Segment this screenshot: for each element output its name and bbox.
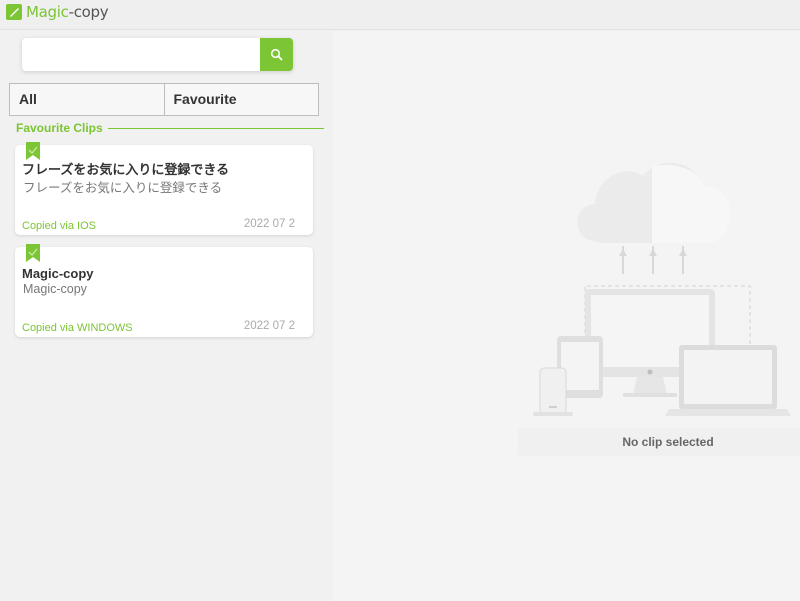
app-name-magic: Magic: [26, 3, 69, 21]
clip-source: Copied via WINDOWS: [22, 322, 133, 334]
cloud-icon: [577, 162, 731, 243]
app-name-copy: -copy: [68, 3, 109, 21]
clip-card[interactable]: フレーズをお気に入りに登録できる フレーズをお気に入りに登録できる Copied…: [15, 142, 313, 235]
title-bar: Magic-copy: [0, 0, 800, 30]
laptop-icon: [665, 345, 791, 416]
clip-preview: Magic-copy: [23, 282, 87, 296]
empty-state-text: No clip selected: [518, 428, 800, 456]
cloud-devices-illustration: [533, 162, 791, 416]
clip-source: Copied via IOS: [22, 220, 96, 232]
filter-tabs: All Favourite: [9, 83, 319, 116]
search-button[interactable]: [260, 38, 293, 71]
app-name: Magic-copy: [26, 3, 109, 21]
clip-date: 2022 07 2: [243, 320, 295, 332]
clip-detail-pane: No clip selected: [333, 31, 800, 601]
clip-title: Magic-copy: [22, 266, 94, 281]
search-bar: [22, 38, 293, 71]
clip-preview: フレーズをお気に入りに登録できる: [23, 181, 223, 195]
clip-card[interactable]: Magic-copy Magic-copy Copied via WINDOWS…: [15, 244, 313, 337]
search-input[interactable]: [22, 38, 260, 71]
bookmark-icon: [26, 142, 40, 160]
app-logo: Magic-copy: [6, 3, 109, 21]
search-icon: [270, 48, 283, 61]
clip-title: フレーズをお気に入りに登録できる: [22, 162, 230, 177]
section-divider: [107, 127, 324, 129]
section-header: Favourite Clips: [16, 120, 324, 136]
logo-pen-icon: [6, 4, 22, 20]
section-title: Favourite Clips: [16, 121, 103, 135]
tab-all[interactable]: All: [10, 84, 164, 115]
clip-list-pane: All Favourite Favourite Clips フレーズをお気に入り…: [0, 31, 333, 601]
bookmark-icon: [26, 244, 40, 262]
tab-favourite[interactable]: Favourite: [163, 84, 319, 115]
clip-date: 2022 07 2: [243, 218, 295, 230]
